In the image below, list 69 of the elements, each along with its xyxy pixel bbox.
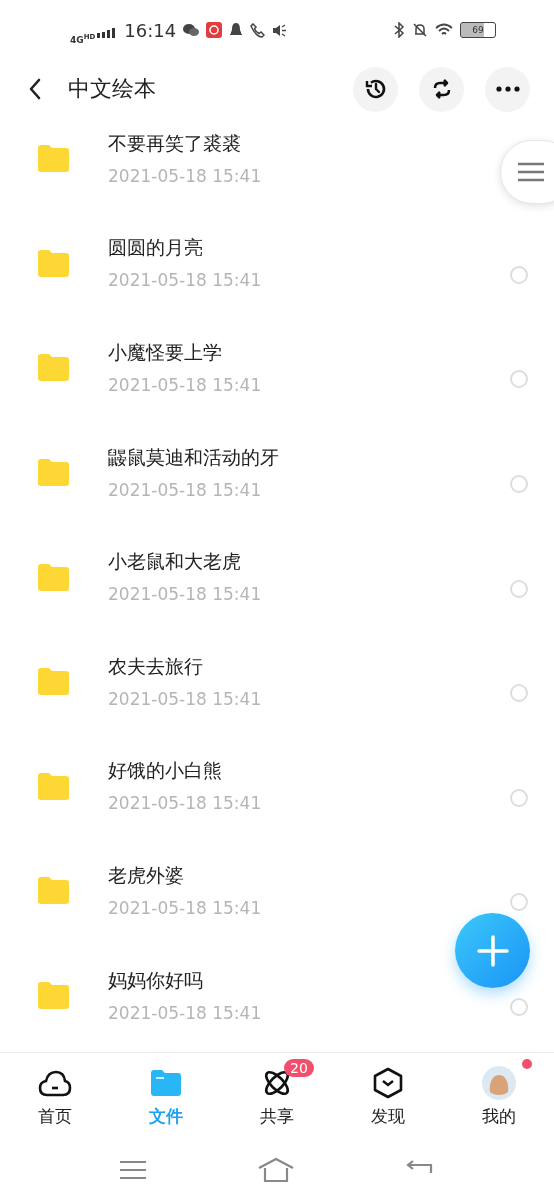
folder-icon [36, 353, 70, 382]
folder-name[interactable]: 小魔怪要上学 [108, 340, 222, 366]
folder-name[interactable]: 农夫去旅行 [108, 653, 203, 680]
avatar-icon [481, 1066, 516, 1100]
refresh-button[interactable] [419, 66, 464, 112]
drawer-handle[interactable] [500, 140, 554, 204]
select-radio[interactable] [510, 370, 528, 389]
network-label: 4G$^{HD}$ [70, 33, 96, 45]
more-button[interactable] [485, 66, 530, 112]
folder-icon [36, 876, 70, 905]
select-radio[interactable] [510, 579, 528, 598]
cloud-icon [38, 1069, 73, 1097]
folder-icon [36, 458, 70, 487]
folder-date: 2021-05-18 15:41 [108, 897, 262, 918]
select-radio[interactable] [510, 475, 528, 494]
folder-icon [36, 981, 70, 1010]
hexagon-icon [372, 1067, 403, 1099]
folder-date: 2021-05-18 15:41 [108, 479, 262, 500]
folder-name[interactable]: 好饿的小白熊 [108, 758, 222, 785]
folder-date: 2021-05-18 15:41 [108, 165, 262, 186]
folder-icon [36, 771, 70, 800]
nav-tab[interactable]: 发现 [332, 1053, 444, 1140]
speaker-icon [272, 22, 288, 38]
count-badge: 20 [284, 1059, 314, 1077]
folder-date: 2021-05-18 15:41 [108, 688, 262, 709]
select-radio[interactable] [510, 788, 528, 807]
folder-date: 2021-05-18 15:41 [108, 375, 262, 395]
folder-date: 2021-05-18 15:41 [108, 584, 262, 605]
more-icon [495, 86, 520, 92]
select-radio[interactable] [510, 998, 528, 1017]
folder-date: 2021-05-18 15:41 [108, 270, 262, 291]
phone-icon [250, 22, 266, 38]
menu-icon[interactable] [119, 1160, 147, 1180]
bluetooth-icon [393, 22, 405, 38]
battery-indicator: 69 [460, 22, 496, 38]
nav-tab[interactable]: 我的 [443, 1053, 554, 1140]
folder-name[interactable]: 妈妈你好吗 [108, 967, 203, 994]
folder-date: 2021-05-18 15:41 [108, 793, 262, 814]
folder-name[interactable]: 圆圆的月亮 [108, 235, 203, 262]
signal-icon [97, 28, 118, 38]
folder-icon [150, 1069, 183, 1097]
folder-icon [36, 248, 70, 277]
muted-bell-icon [412, 22, 428, 38]
folder-name[interactable]: 小老鼠和大老虎 [108, 549, 241, 576]
folder-icon [36, 667, 70, 696]
app-icon [206, 22, 223, 38]
history-button[interactable] [353, 66, 398, 112]
orbit-icon [262, 1068, 292, 1098]
select-radio[interactable] [510, 893, 528, 912]
folder-name[interactable]: 不要再笑了裘裘 [108, 130, 241, 157]
nav-tab[interactable]: 首页 [0, 1053, 111, 1140]
folder-name[interactable]: 鼹鼠莫迪和活动的牙 [108, 444, 279, 471]
chat-icon [183, 22, 200, 38]
menu-icon [517, 162, 545, 182]
clock-time: 16:14 [124, 19, 177, 41]
folder-icon [36, 562, 70, 591]
plus-icon [475, 933, 510, 968]
select-radio[interactable] [510, 684, 528, 703]
nav-tab[interactable]: 20 共享 [221, 1053, 333, 1140]
folder-date: 2021-05-18 15:41 [108, 1002, 262, 1023]
wifi-icon [435, 23, 453, 37]
history-icon [363, 77, 388, 101]
folder-name[interactable]: 老虎外婆 [108, 862, 184, 889]
add-button[interactable] [455, 913, 530, 988]
home-icon[interactable] [257, 1157, 295, 1183]
select-radio[interactable] [510, 265, 528, 284]
folder-icon [36, 144, 70, 173]
back-icon[interactable] [28, 78, 42, 100]
page-title: 中文绘本 [68, 75, 156, 103]
